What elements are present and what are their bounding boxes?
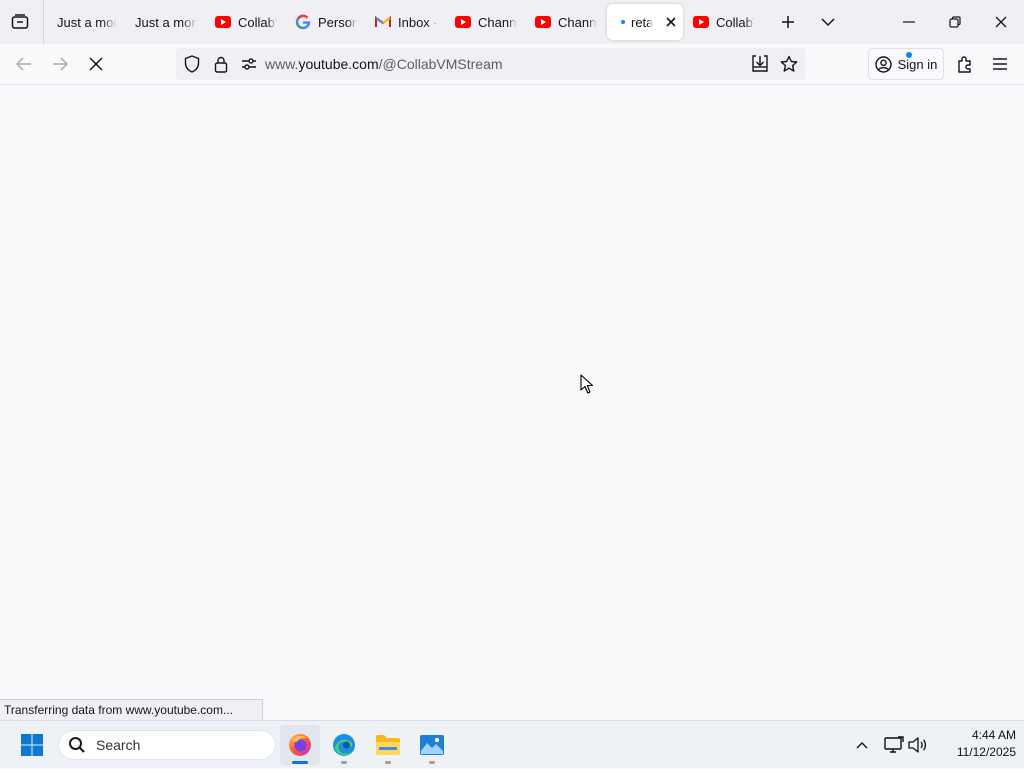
tab-collabvm-1[interactable]: CollabVM bbox=[207, 4, 285, 40]
firefox-view-icon bbox=[11, 14, 29, 29]
youtube-icon bbox=[215, 14, 231, 30]
page-save-icon[interactable] bbox=[751, 55, 769, 78]
firefox-view-button[interactable] bbox=[0, 0, 40, 44]
forward-arrow-icon bbox=[53, 57, 68, 71]
page-content-area[interactable] bbox=[0, 85, 1024, 720]
tab-collabvm-2[interactable]: CollabVM bbox=[685, 4, 763, 40]
site-permissions-icon[interactable] bbox=[235, 58, 263, 70]
clock-time: 4:44 AM bbox=[971, 728, 1016, 742]
navigation-toolbar: www.youtube.com/@CollabVMStream Sign in bbox=[0, 44, 1024, 85]
chevron-up-icon bbox=[856, 742, 868, 749]
close-icon bbox=[995, 16, 1007, 28]
url-text: www.youtube.com/@CollabVMStream bbox=[265, 56, 503, 72]
url-host: youtube.com bbox=[298, 56, 379, 72]
tab-channel-2[interactable]: Channel bbox=[527, 4, 605, 40]
network-status[interactable] bbox=[882, 721, 906, 769]
taskbar: Search 4:44 AM 11/12/2025 bbox=[0, 720, 1024, 768]
close-tab-icon[interactable] bbox=[665, 16, 677, 28]
youtube-icon bbox=[455, 14, 471, 30]
taskbar-edge[interactable] bbox=[324, 725, 364, 765]
tab-retail-active[interactable]: retail bbox=[607, 4, 683, 40]
search-placeholder: Search bbox=[96, 737, 141, 753]
network-icon bbox=[884, 736, 904, 753]
speaker-icon bbox=[908, 737, 927, 753]
tab-label: Channel bbox=[558, 14, 597, 30]
photos-icon bbox=[420, 735, 444, 755]
account-icon bbox=[874, 51, 912, 73]
tracking-protection-shield-icon[interactable] bbox=[177, 55, 207, 73]
taskbar-file-explorer[interactable] bbox=[368, 725, 408, 765]
new-tab-button[interactable] bbox=[770, 4, 806, 40]
tab-label: CollabVM bbox=[238, 14, 277, 30]
tab-just-a-moment-1[interactable]: Just a mom bbox=[49, 4, 125, 40]
url-path: /@CollabVMStream bbox=[378, 56, 503, 72]
tab-channel-1[interactable]: Channel bbox=[447, 4, 525, 40]
stop-icon bbox=[89, 57, 103, 71]
tab-bar: Just a mom Just a mom CollabVM Personal … bbox=[0, 0, 1024, 44]
sign-in-label: Sign in bbox=[897, 56, 938, 72]
tab-label: Channel bbox=[478, 14, 517, 30]
app-menu-button[interactable] bbox=[982, 48, 1018, 80]
plus-icon bbox=[782, 16, 794, 28]
extensions-button[interactable] bbox=[947, 48, 983, 80]
minimize-icon bbox=[903, 21, 915, 23]
running-indicator bbox=[429, 761, 435, 764]
google-icon bbox=[295, 14, 311, 30]
gmail-icon bbox=[375, 14, 391, 30]
puzzle-icon bbox=[958, 56, 971, 73]
search-icon bbox=[69, 737, 85, 753]
taskbar-search-box[interactable]: Search bbox=[58, 730, 276, 760]
tab-divider bbox=[40, 0, 44, 44]
folder-icon bbox=[376, 735, 400, 755]
clock-date: 11/12/2025 bbox=[956, 745, 1016, 759]
tab-label: CollabVM bbox=[716, 14, 755, 30]
sign-in-button[interactable]: Sign in bbox=[868, 48, 944, 80]
windows-logo-icon bbox=[21, 734, 43, 756]
restore-button[interactable] bbox=[932, 0, 978, 44]
system-clock[interactable]: 4:44 AM 11/12/2025 bbox=[936, 727, 1016, 761]
status-panel: Transferring data from www.youtube.com..… bbox=[0, 699, 263, 720]
tab-label: Just a mom bbox=[57, 14, 117, 30]
back-button[interactable] bbox=[6, 48, 42, 80]
minimize-button[interactable] bbox=[886, 0, 932, 44]
url-prefix: www. bbox=[265, 56, 299, 72]
youtube-icon bbox=[693, 14, 709, 30]
tab-just-a-moment-2[interactable]: Just a mom bbox=[127, 4, 205, 40]
tab-inbox[interactable]: Inbox - bbox=[367, 4, 445, 40]
tab-label: Just a mom bbox=[135, 14, 197, 30]
volume-control[interactable] bbox=[906, 721, 930, 769]
running-indicator bbox=[341, 761, 347, 764]
taskbar-firefox[interactable] bbox=[280, 725, 320, 765]
list-all-tabs-button[interactable] bbox=[810, 4, 846, 40]
stop-button[interactable] bbox=[78, 48, 114, 80]
active-indicator bbox=[292, 761, 308, 764]
loading-dot-icon bbox=[621, 20, 625, 24]
tab-personal[interactable]: Personal bbox=[287, 4, 365, 40]
notification-dot-icon bbox=[905, 51, 912, 58]
forward-button[interactable] bbox=[42, 48, 78, 80]
close-window-button[interactable] bbox=[978, 0, 1024, 44]
hamburger-menu-icon bbox=[993, 58, 1007, 70]
tab-label: Inbox - bbox=[398, 14, 437, 30]
show-hidden-icons-button[interactable] bbox=[850, 721, 874, 769]
mouse-cursor-icon bbox=[580, 374, 594, 394]
tab-label: Personal bbox=[318, 14, 357, 30]
firefox-icon bbox=[289, 734, 311, 756]
back-arrow-icon bbox=[16, 57, 31, 71]
url-bar[interactable]: www.youtube.com/@CollabVMStream bbox=[176, 48, 805, 80]
taskbar-app-photos[interactable] bbox=[412, 725, 452, 765]
lock-icon[interactable] bbox=[207, 56, 235, 73]
restore-icon bbox=[949, 16, 961, 28]
youtube-icon bbox=[535, 14, 551, 30]
edge-icon bbox=[333, 734, 355, 756]
chevron-down-icon bbox=[821, 18, 835, 27]
tab-label: retail bbox=[631, 14, 653, 30]
bookmark-star-icon[interactable] bbox=[780, 55, 798, 78]
start-button[interactable] bbox=[12, 725, 52, 765]
running-indicator bbox=[385, 761, 391, 764]
